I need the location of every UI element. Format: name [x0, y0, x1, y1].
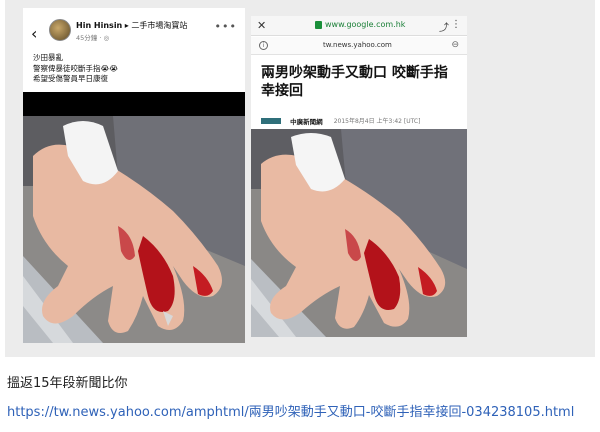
lock-icon — [315, 21, 322, 29]
browser-host[interactable]: www.google.com.hk — [325, 20, 405, 29]
screenshots-frame: ‹ Hin Hinsin ▸ 二手市場淘寶站 45分鐘 · ◎ ••• 沙田暴亂… — [5, 0, 595, 357]
amp-url-bar: i tw.news.yahoo.com ⊖ — [251, 37, 467, 55]
injured-hand-photo[interactable] — [23, 116, 245, 343]
source-logo — [261, 117, 281, 124]
share-icon[interactable]: ⤴ — [439, 19, 449, 34]
post-text: 沙田暴亂 警察俾暴徒咬斷手指😭😭 希望受傷警員早日康復 — [33, 53, 118, 85]
facebook-post-screenshot: ‹ Hin Hinsin ▸ 二手市場淘寶站 45分鐘 · ◎ ••• 沙田暴亂… — [23, 8, 245, 343]
post-line-2: 警察俾暴徒咬斷手指😭😭 — [33, 63, 119, 73]
globe-icon: ◎ — [103, 34, 110, 42]
article-headline: 兩男吵架動手又動口 咬斷手指幸接回 — [261, 65, 448, 99]
author-name[interactable]: Hin Hinsin — [76, 21, 122, 30]
avatar[interactable] — [49, 19, 71, 41]
info-icon[interactable]: i — [259, 41, 268, 50]
amp-url[interactable]: tw.news.yahoo.com — [323, 41, 392, 49]
browser-toolbar: ✕ www.google.com.hk ⤴ ⋮ — [251, 16, 467, 36]
post-line-3: 希望受傷警員早日康復 — [33, 74, 108, 83]
post-author[interactable]: Hin Hinsin ▸ 二手市場淘寶站 — [76, 20, 187, 31]
article-date: 2015年8月4日 上午3:42 [UTC] — [333, 118, 421, 125]
article-source: 中廣新聞網 2015年8月4日 上午3:42 [UTC] — [261, 110, 461, 126]
post-line-1: 沙田暴亂 — [33, 53, 63, 62]
article-hand-photo[interactable] — [251, 129, 467, 337]
chevron-left-icon[interactable]: ‹ — [31, 26, 37, 42]
post-time: 45分鐘 · ◎ — [76, 34, 110, 42]
caption-text: 搵返15年段新聞比你 — [7, 376, 128, 391]
caption-link[interactable]: https://tw.news.yahoo.com/amphtml/兩男吵架動手… — [7, 401, 574, 420]
image-top-band — [23, 92, 245, 116]
more-vertical-icon[interactable]: ⋮ — [451, 19, 461, 30]
group-name[interactable]: 二手市場淘寶站 — [131, 21, 187, 30]
link-icon[interactable]: ⊖ — [451, 40, 459, 50]
more-dots-icon[interactable]: ••• — [215, 20, 237, 33]
close-icon[interactable]: ✕ — [257, 19, 266, 32]
news-browser-screenshot: ✕ www.google.com.hk ⤴ ⋮ i tw.news.yahoo.… — [251, 16, 467, 337]
source-name: 中廣新聞網 — [290, 117, 323, 126]
